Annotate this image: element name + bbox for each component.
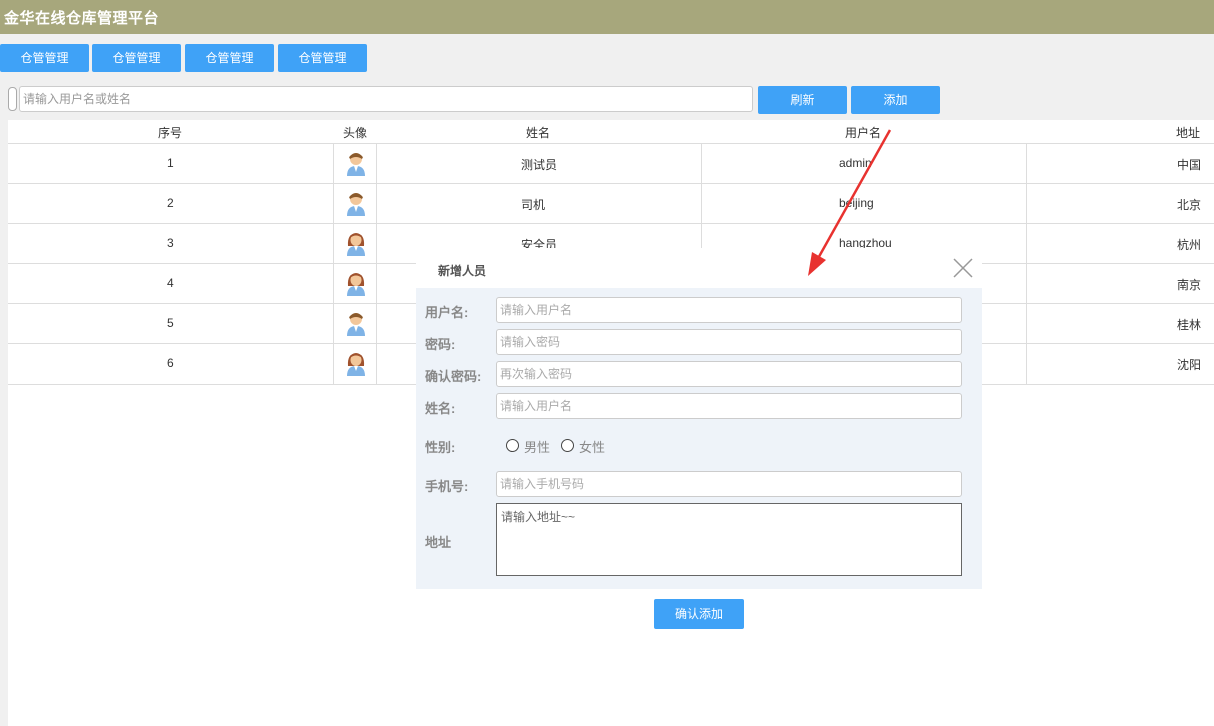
gender-female-label: 女性 xyxy=(579,440,606,455)
column-divider xyxy=(376,184,377,224)
username-field[interactable]: 请输入用户名 xyxy=(496,297,962,323)
column-divider xyxy=(1026,304,1027,344)
add-user-modal: 新增人员 用户名: 请输入用户名 密码: 请输入密码 确认密码: 再次输入密码 … xyxy=(416,248,982,589)
column-divider xyxy=(333,144,334,184)
app-header: 金华在线仓库管理平台 xyxy=(0,0,1214,34)
column-divider xyxy=(1026,184,1027,224)
gender-label: 性别: xyxy=(425,440,456,455)
cell-address: 中国 xyxy=(1177,158,1202,172)
name-field[interactable]: 请输入用户名 xyxy=(496,393,962,419)
search-icon xyxy=(8,87,17,111)
cell-index: 1 xyxy=(167,156,174,170)
male-avatar-icon xyxy=(345,152,367,176)
column-divider xyxy=(333,184,334,224)
cell-name: 司机 xyxy=(521,198,546,212)
header-index: 序号 xyxy=(158,126,183,140)
header-username: 用户名 xyxy=(845,126,882,140)
cell-address: 桂林 xyxy=(1177,318,1202,332)
password-field[interactable]: 请输入密码 xyxy=(496,329,962,355)
modal-header: 新增人员 xyxy=(416,248,982,288)
cell-address: 杭州 xyxy=(1177,238,1202,252)
column-divider xyxy=(376,264,377,304)
search-input[interactable]: 请输入用户名或姓名 xyxy=(19,86,753,112)
column-divider xyxy=(376,144,377,184)
cell-username: admin xyxy=(839,156,872,170)
column-divider xyxy=(1026,344,1027,384)
female-avatar-icon xyxy=(345,232,367,256)
female-avatar-icon xyxy=(345,272,367,296)
gender-female-radio[interactable] xyxy=(561,439,574,452)
password-label: 密码: xyxy=(425,337,456,352)
close-icon[interactable] xyxy=(953,258,973,278)
cell-address: 南京 xyxy=(1177,278,1202,292)
add-button[interactable]: 添加 xyxy=(851,86,940,114)
column-divider xyxy=(333,344,334,384)
cell-index: 3 xyxy=(167,236,174,250)
cell-username: beijing xyxy=(839,196,874,210)
nav-button-warehouse-3[interactable]: 仓管管理 xyxy=(185,44,274,72)
column-divider xyxy=(333,264,334,304)
male-avatar-icon xyxy=(345,192,367,216)
nav-button-warehouse-4[interactable]: 仓管管理 xyxy=(278,44,367,72)
gender-male-label: 男性 xyxy=(524,440,551,455)
nav-button-warehouse-1[interactable]: 仓管管理 xyxy=(0,44,89,72)
column-divider xyxy=(376,224,377,264)
modal-title: 新增人员 xyxy=(438,264,487,278)
column-divider xyxy=(333,224,334,264)
column-divider xyxy=(701,184,702,224)
cell-address: 北京 xyxy=(1177,198,1202,212)
cell-address: 沈阳 xyxy=(1177,358,1202,372)
gender-male-radio[interactable] xyxy=(506,439,519,452)
header-avatar: 头像 xyxy=(343,126,368,140)
male-avatar-icon xyxy=(345,312,367,336)
confirm-add-button[interactable]: 确认添加 xyxy=(654,599,744,629)
phone-field[interactable]: 请输入手机号码 xyxy=(496,471,962,497)
header-address: 地址 xyxy=(1176,126,1201,140)
table-row: 2 司机 beijing 北京 xyxy=(8,183,1214,224)
female-avatar-icon xyxy=(345,352,367,376)
username-label: 用户名: xyxy=(425,305,469,320)
cell-index: 6 xyxy=(167,356,174,370)
cell-index: 4 xyxy=(167,276,174,290)
refresh-button[interactable]: 刷新 xyxy=(758,86,847,114)
address-field[interactable]: 请输入地址~~ xyxy=(496,503,962,576)
phone-label: 手机号: xyxy=(425,479,469,494)
name-label: 姓名: xyxy=(425,401,456,416)
table-row: 1 测试员 admin 中国 xyxy=(8,143,1214,184)
cell-index: 2 xyxy=(167,196,174,210)
nav-button-warehouse-2[interactable]: 仓管管理 xyxy=(92,44,181,72)
header-name: 姓名 xyxy=(526,126,551,140)
cell-name: 测试员 xyxy=(521,158,558,172)
modal-body: 用户名: 请输入用户名 密码: 请输入密码 确认密码: 再次输入密码 姓名: 请… xyxy=(416,288,982,589)
cell-index: 5 xyxy=(167,316,174,330)
column-divider xyxy=(701,144,702,184)
column-divider xyxy=(1026,224,1027,264)
column-divider xyxy=(376,304,377,344)
column-divider xyxy=(333,304,334,344)
column-divider xyxy=(1026,144,1027,184)
address-label: 地址 xyxy=(425,535,452,550)
app-title: 金华在线仓库管理平台 xyxy=(4,10,160,27)
confirm-password-field[interactable]: 再次输入密码 xyxy=(496,361,962,387)
column-divider xyxy=(376,344,377,384)
confirm-password-label: 确认密码: xyxy=(425,369,482,384)
column-divider xyxy=(1026,264,1027,304)
